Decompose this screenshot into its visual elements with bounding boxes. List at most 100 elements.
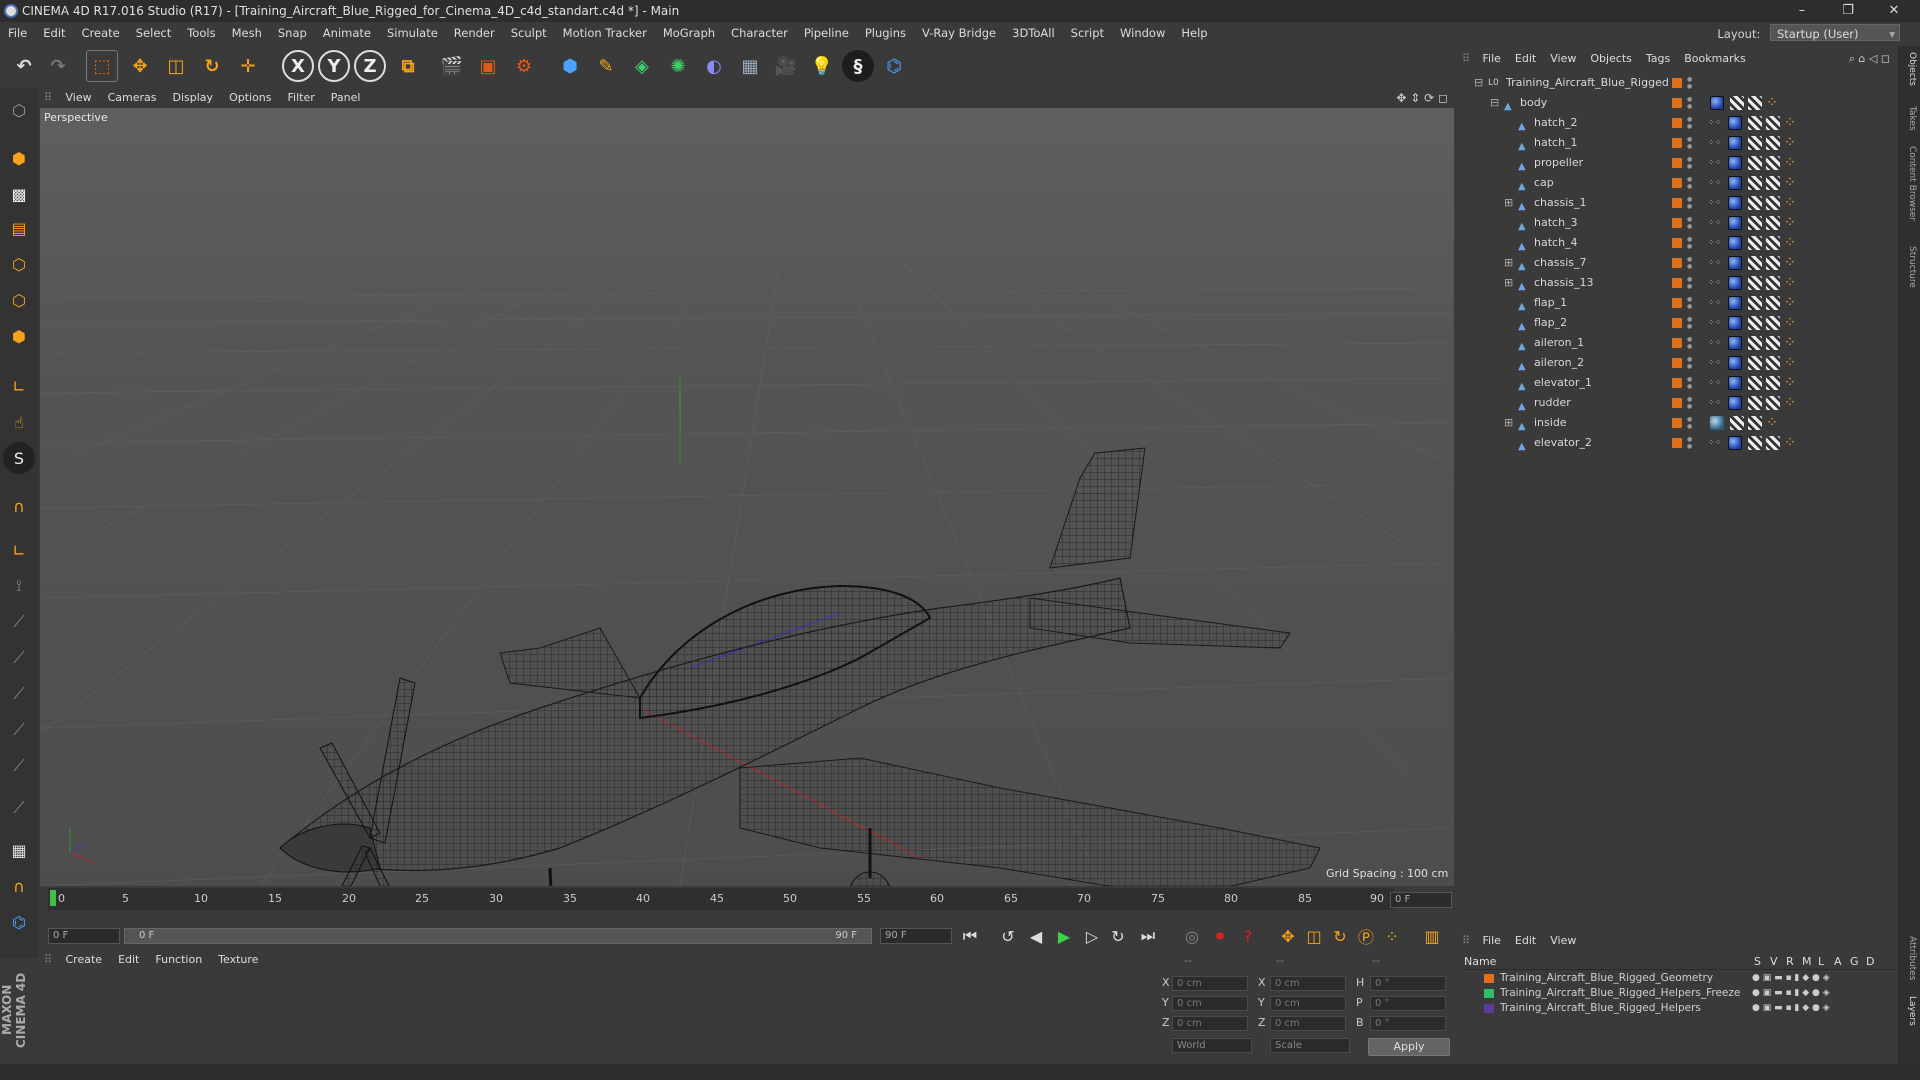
tag-dots-icon[interactable]: ⁘	[1784, 376, 1798, 390]
checker-tag-icon[interactable]	[1766, 116, 1780, 130]
layer-menu-file[interactable]: File	[1476, 932, 1508, 950]
menu-3dtoall[interactable]: 3DToAll	[1004, 22, 1063, 44]
checker-tag-icon[interactable]	[1766, 216, 1780, 230]
menu-create[interactable]: Create	[74, 22, 128, 44]
ik-tag-icon[interactable]: ⁘⁘	[1708, 396, 1722, 410]
tag-dots-icon[interactable]: ⁘	[1784, 356, 1798, 370]
object-menu-file[interactable]: File	[1476, 50, 1508, 68]
menu-plugins[interactable]: Plugins	[857, 22, 914, 44]
object-row[interactable]: ▲ propeller ● ● ⁘⁘ ⁘	[1458, 153, 1898, 173]
checker-tag-icon[interactable]	[1766, 276, 1780, 290]
object-row[interactable]: ▲ elevator_2 ● ● ⁘⁘ ⁘	[1458, 433, 1898, 453]
record-keys-icon[interactable]: ⏺	[1208, 924, 1232, 948]
tag-dots-icon[interactable]: ⁘	[1784, 436, 1798, 450]
size-x-field[interactable]: 0 cm	[1270, 976, 1346, 991]
material-tag-icon[interactable]	[1728, 436, 1742, 450]
rot-p-field[interactable]: 0 °	[1370, 996, 1446, 1011]
object-row[interactable]: ▲ aileron_2 ● ● ⁘⁘ ⁘	[1458, 353, 1898, 373]
layer-menu-edit[interactable]: Edit	[1508, 932, 1543, 950]
current-frame-field[interactable]: 0 F	[1390, 892, 1452, 908]
checker-tag-icon[interactable]	[1766, 336, 1780, 350]
x-axis-button[interactable]: X	[282, 50, 314, 82]
key-parameter-icon[interactable]: Ⓟ	[1354, 924, 1378, 948]
viewport-menu-options[interactable]: Options	[221, 88, 279, 108]
floor-icon[interactable]: ▦	[734, 50, 766, 82]
tag-dots-icon[interactable]: ⁘	[1784, 116, 1798, 130]
render-view-icon[interactable]: 🎬	[436, 50, 468, 82]
ik-tag-icon[interactable]: ⁘⁘	[1708, 276, 1722, 290]
visibility-dots[interactable]: ● ●	[1687, 416, 1692, 430]
layer-color-swatch[interactable]	[1484, 974, 1494, 983]
ik-tag-icon[interactable]: ⁘⁘	[1708, 176, 1722, 190]
camera-icon[interactable]: 🎥	[770, 50, 802, 82]
polygons-mode-icon[interactable]: ⬢	[3, 320, 35, 352]
prev-frame-icon[interactable]: ◀	[1024, 924, 1048, 948]
key-position-icon[interactable]: ✥	[1276, 924, 1300, 948]
move-icon[interactable]: ✥	[124, 50, 156, 82]
object-row[interactable]: ▲ flap_2 ● ● ⁘⁘ ⁘	[1458, 313, 1898, 333]
checker-tag-icon[interactable]	[1766, 376, 1780, 390]
visibility-dots[interactable]: ● ●	[1687, 116, 1692, 130]
visibility-dots[interactable]: ● ●	[1687, 256, 1692, 270]
visibility-dots[interactable]: ● ●	[1687, 436, 1692, 450]
material-tag-icon[interactable]	[1728, 136, 1742, 150]
object-row[interactable]: ⊞ ▲ chassis_7 ● ● ⁘⁘ ⁘	[1458, 253, 1898, 273]
visibility-dots[interactable]: ● ●	[1687, 376, 1692, 390]
tag-dots-icon[interactable]: ⁘	[1784, 316, 1798, 330]
tag-dots-icon[interactable]: ⁘	[1784, 136, 1798, 150]
axis-mode-icon[interactable]: ∟	[3, 370, 35, 402]
pos-x-field[interactable]: 0 cm	[1172, 976, 1248, 991]
tag-dots-icon[interactable]: ⁘	[1784, 256, 1798, 270]
checker-tag-icon[interactable]	[1748, 176, 1762, 190]
light-icon[interactable]: 💡	[806, 50, 838, 82]
layer-color-swatch[interactable]	[1484, 989, 1494, 998]
visibility-dots[interactable]: ● ●	[1687, 176, 1692, 190]
rotate-icon[interactable]: ↻	[196, 50, 228, 82]
viewport-menu-display[interactable]: Display	[165, 88, 222, 108]
paint-brush-icon[interactable]: ⟋	[3, 714, 35, 746]
visibility-dots[interactable]: ● ●	[1687, 156, 1692, 170]
ik-tag-icon[interactable]: ⁘⁘	[1708, 376, 1722, 390]
material-menu-edit[interactable]: Edit	[110, 950, 147, 970]
tab-takes[interactable]: Takes	[1901, 106, 1917, 131]
snap-icon[interactable]: ∩	[3, 490, 35, 522]
checker-tag-icon[interactable]	[1748, 296, 1762, 310]
tab-content-browser[interactable]: Content Browser	[1901, 146, 1917, 221]
goto-start-icon[interactable]: ⏮	[958, 924, 982, 948]
render-picture-viewer-icon[interactable]: ▣	[472, 50, 504, 82]
pen-spline-icon[interactable]: ✎	[590, 50, 622, 82]
menu-character[interactable]: Character	[723, 22, 796, 44]
menu-pipeline[interactable]: Pipeline	[796, 22, 857, 44]
live-selection-icon[interactable]: ⬚	[86, 50, 118, 82]
ik-tag-icon[interactable]: ⁘⁘	[1708, 316, 1722, 330]
smooth-brush-icon[interactable]: ⟋	[3, 678, 35, 710]
make-editable-icon[interactable]: ⬡	[3, 94, 35, 126]
prev-keyframe-icon[interactable]: ↺	[996, 924, 1020, 948]
visibility-dots[interactable]: ● ●	[1687, 336, 1692, 350]
tag-dots-icon[interactable]: ⁘	[1784, 396, 1798, 410]
material-menu-texture[interactable]: Texture	[210, 950, 266, 970]
visibility-dots[interactable]: ● ●	[1687, 276, 1692, 290]
object-row[interactable]: ▲ cap ● ● ⁘⁘ ⁘	[1458, 173, 1898, 193]
checker-tag-icon[interactable]	[1748, 376, 1762, 390]
symmetry-icon[interactable]: ⟟	[3, 570, 35, 602]
close-button[interactable]: ✕	[1872, 0, 1916, 22]
workplane-icon[interactable]: ∟	[3, 534, 35, 566]
start-frame-field[interactable]: 0 F	[48, 928, 120, 944]
python-script-icon[interactable]: ⌬	[3, 906, 35, 938]
object-menu-edit[interactable]: Edit	[1508, 50, 1543, 68]
object-menu-bookmarks[interactable]: Bookmarks	[1677, 50, 1752, 68]
visibility-dots[interactable]: ● ●	[1687, 356, 1692, 370]
knife-brush-icon[interactable]: ⟋	[3, 792, 35, 824]
object-menu-view[interactable]: View	[1543, 50, 1583, 68]
apply-button[interactable]: Apply	[1368, 1038, 1450, 1056]
object-manager-search-icons[interactable]: ⌕ ⌂ ◁ ◻	[1849, 50, 1890, 68]
expand-toggle-icon[interactable]: ⊞	[1504, 193, 1513, 213]
menu-help[interactable]: Help	[1173, 22, 1215, 44]
timeline-ruler[interactable]: 0 5 10 15 20 25 30 35 40 45 50 55 60 65 …	[48, 888, 1394, 910]
rot-b-field[interactable]: 0 °	[1370, 1016, 1446, 1031]
expand-toggle-icon[interactable]: ⊞	[1504, 273, 1513, 293]
visibility-dots[interactable]: ● ●	[1687, 296, 1692, 310]
material-tag-icon[interactable]	[1728, 256, 1742, 270]
tweak-mode-icon[interactable]: ☝	[3, 406, 35, 438]
